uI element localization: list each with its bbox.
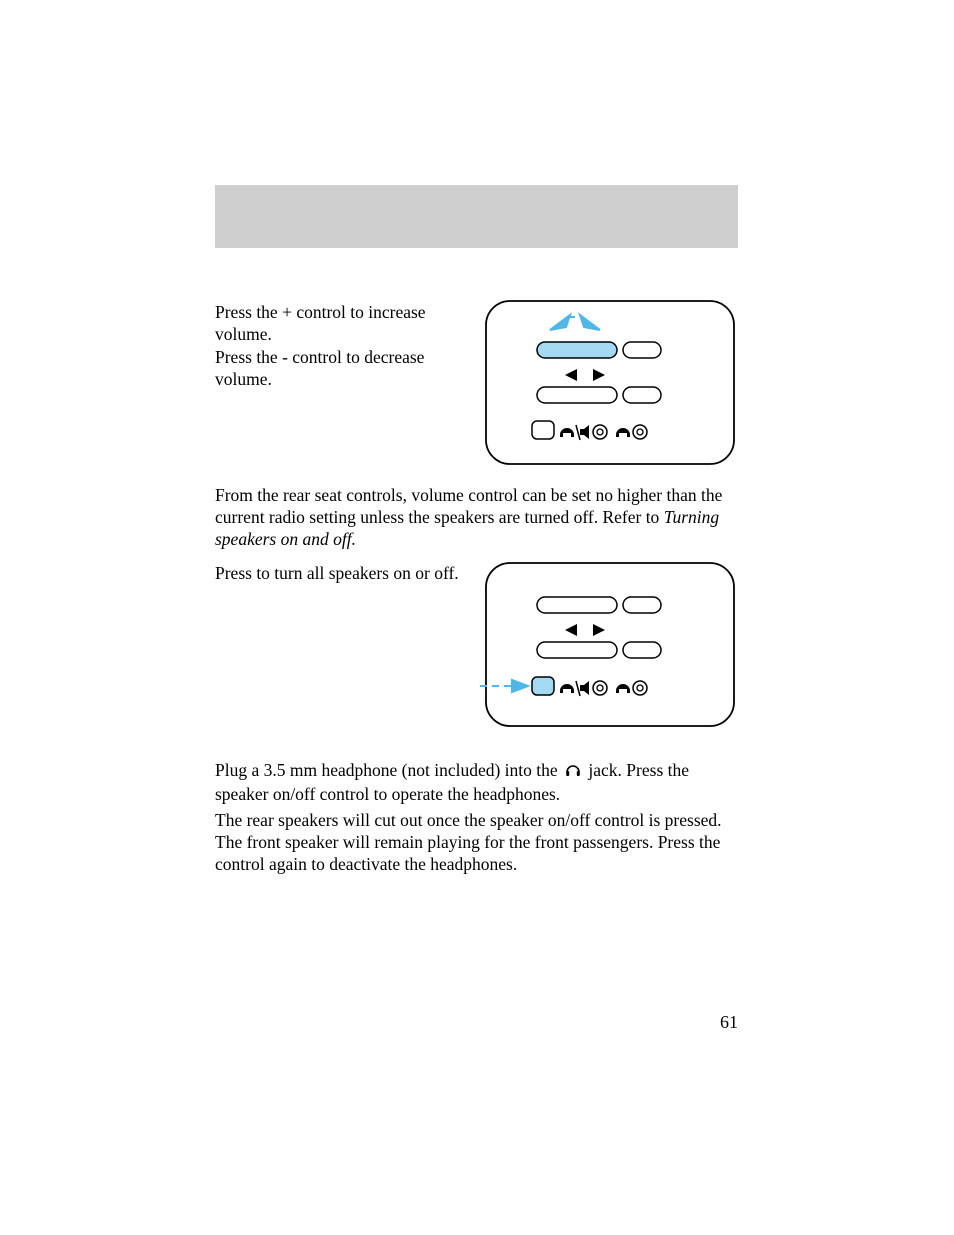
- headphone-icon: [564, 760, 582, 784]
- text: The rear speakers will cut out once the …: [215, 810, 722, 874]
- text: From the rear seat controls, volume cont…: [215, 485, 722, 527]
- document-page: Press the + control to increase volume. …: [0, 0, 954, 1235]
- text: Press the + control to increase volume.: [215, 302, 426, 344]
- paragraph-rear-speakers: The rear speakers will cut out once the …: [215, 810, 738, 876]
- paragraph-volume-limit: From the rear seat controls, volume cont…: [215, 485, 738, 551]
- text: 61: [720, 1012, 738, 1032]
- page-number: 61: [720, 1012, 738, 1033]
- rear-seat-control-diagram-volume: [480, 295, 740, 475]
- text: Press the - control to decrease volume.: [215, 347, 424, 389]
- text: Press to turn all speakers on or off.: [215, 563, 459, 583]
- paragraph-volume-increase: Press the + control to increase volume.: [215, 302, 465, 346]
- paragraph-headphone-jack: Plug a 3.5 mm headphone (not included) i…: [215, 760, 738, 806]
- paragraph-volume-decrease: Press the - control to decrease volume.: [215, 347, 465, 391]
- rear-seat-control-diagram-speaker: [480, 557, 740, 737]
- header-bar: [215, 185, 738, 248]
- paragraph-speaker-toggle: Press to turn all speakers on or off.: [215, 563, 465, 585]
- text: Plug a 3.5 mm headphone (not included) i…: [215, 760, 562, 780]
